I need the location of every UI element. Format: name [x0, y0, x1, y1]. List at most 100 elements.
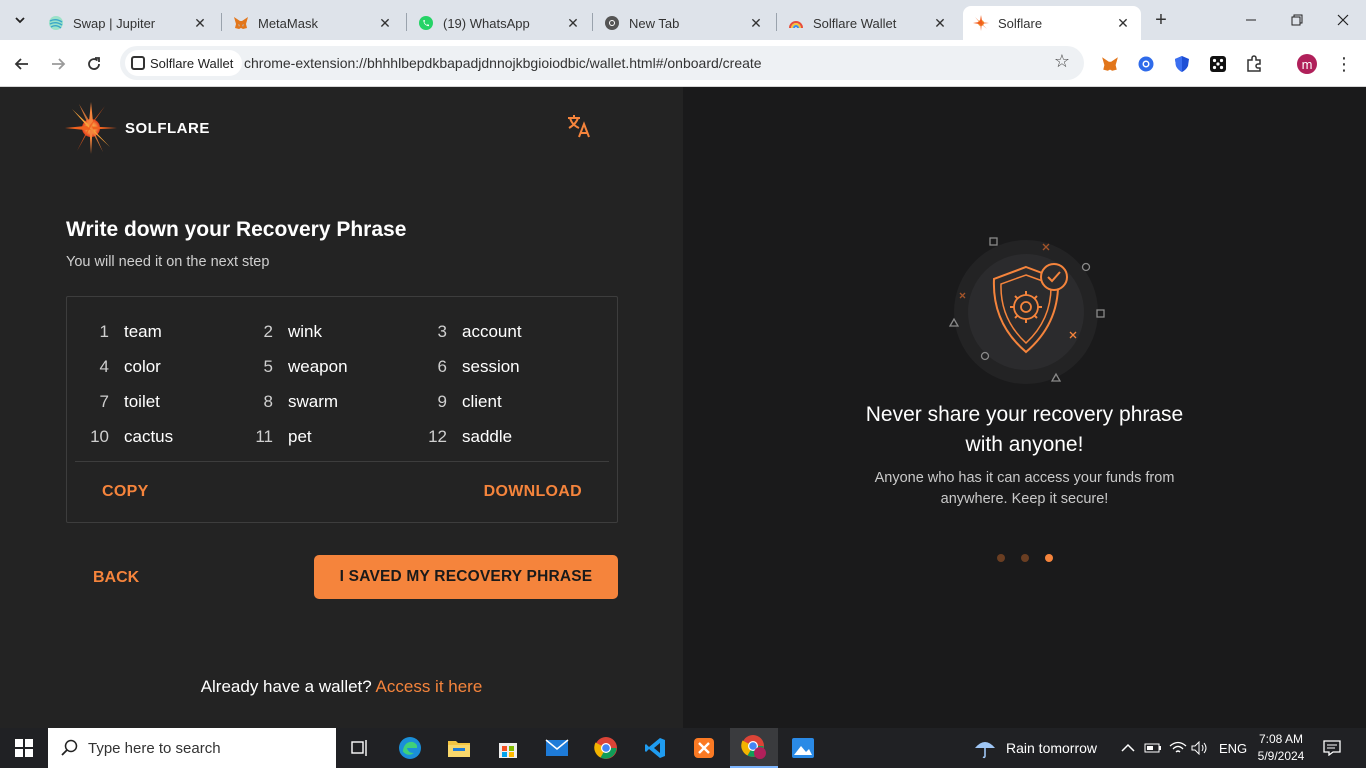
taskbar-photos[interactable] [779, 728, 827, 768]
back-button[interactable]: BACK [93, 569, 139, 587]
system-clock[interactable]: 7:08 AM 5/9/2024 [1248, 731, 1314, 765]
warning-text: Anyone who has it can access your funds … [683, 468, 1366, 510]
dice-extension-icon[interactable] [1207, 53, 1229, 75]
tab-whatsapp[interactable]: (19) WhatsApp ✕ [408, 6, 591, 40]
reload-icon [88, 57, 100, 70]
word-number: 4 [99, 357, 109, 376]
battery-icon[interactable] [1144, 728, 1162, 768]
word-text: account [462, 322, 522, 341]
word-number: 1 [99, 322, 109, 341]
vscode-icon [645, 738, 665, 758]
tab-title: Solflare Wallet [813, 15, 897, 31]
solflare-sun-icon [65, 102, 117, 154]
phrase-word: 9 client [419, 392, 502, 412]
weather-text: Rain tomorrow [1006, 740, 1098, 756]
download-button[interactable]: DOWNLOAD [484, 483, 582, 501]
taskbar-edge[interactable] [386, 728, 434, 768]
folder-icon [448, 741, 470, 757]
phrase-word: 4 color [81, 357, 161, 377]
input-language[interactable]: ENG [1219, 728, 1247, 768]
notification-center-button[interactable] [1323, 728, 1341, 768]
restore-button[interactable] [1274, 0, 1320, 40]
word-number: 6 [437, 357, 447, 376]
kebab-menu-icon[interactable]: ⋮ [1333, 53, 1355, 75]
task-view-button[interactable] [336, 728, 384, 768]
phrase-word: 2 wink [245, 322, 322, 342]
tab-search-button[interactable] [6, 7, 34, 33]
arrow-right-icon [52, 58, 66, 70]
divider [75, 461, 609, 462]
minimize-button[interactable] [1228, 0, 1274, 40]
pager-dot-active[interactable] [1045, 554, 1053, 562]
tab-title: MetaMask [258, 15, 318, 31]
metamask-extension-icon[interactable] [1099, 53, 1121, 75]
phrase-word: 1 team [81, 322, 162, 342]
tab-metamask[interactable]: MetaMask ✕ [223, 6, 403, 40]
address-bar[interactable]: Solflare Wallet chrome-extension://bhhhl… [120, 46, 1084, 80]
access-wallet-link[interactable]: Access it here [376, 677, 483, 696]
taskbar-chrome-profile[interactable] [730, 728, 778, 768]
word-text: saddle [462, 427, 513, 446]
close-icon [1337, 14, 1349, 26]
translate-icon[interactable] [566, 113, 592, 139]
taskbar-xampp[interactable] [680, 728, 728, 768]
reload-button[interactable] [80, 50, 108, 78]
taskbar-file-explorer[interactable] [435, 728, 483, 768]
browser-toolbar: Solflare Wallet chrome-extension://bhhhl… [0, 40, 1366, 87]
weather-widget[interactable]: Rain tomorrow [973, 728, 1097, 768]
chevron-up-icon[interactable] [1121, 728, 1135, 768]
metamask-fox-icon [233, 15, 249, 31]
saved-recovery-phrase-button[interactable]: I SAVED MY RECOVERY PHRASE [314, 555, 618, 599]
tab-solflare[interactable]: Solflare ✕ [963, 6, 1141, 40]
back-nav-button[interactable] [8, 50, 36, 78]
phrase-word: 10 cactus [81, 427, 173, 447]
bookmark-star-icon[interactable]: ☆ [1054, 51, 1070, 72]
close-window-button[interactable] [1320, 0, 1366, 40]
shield-extension-icon[interactable] [1171, 53, 1193, 75]
tab-title: (19) WhatsApp [443, 15, 530, 31]
solflare-sun-icon [973, 15, 989, 31]
pager-dot[interactable] [1021, 554, 1029, 562]
taskbar-chrome[interactable] [582, 728, 630, 768]
tab-solflare-wallet[interactable]: Solflare Wallet ✕ [778, 6, 958, 40]
photos-icon [792, 738, 814, 758]
tab-new-tab[interactable]: New Tab ✕ [594, 6, 774, 40]
taskbar-mail[interactable] [533, 728, 581, 768]
profile-avatar[interactable]: m [1296, 53, 1318, 75]
taskbar-vscode[interactable] [631, 728, 679, 768]
close-icon[interactable]: ✕ [565, 15, 581, 31]
close-icon[interactable]: ✕ [192, 15, 208, 31]
word-text: swarm [288, 392, 339, 411]
forward-nav-button[interactable] [44, 50, 72, 78]
tab-title: New Tab [629, 15, 680, 31]
close-icon[interactable]: ✕ [377, 15, 393, 31]
url-text[interactable]: chrome-extension://bhhhlbepdkbapadjdnnoj… [244, 55, 762, 71]
copy-button[interactable]: COPY [102, 483, 149, 501]
close-icon[interactable]: ✕ [1115, 15, 1131, 31]
start-button[interactable] [0, 728, 48, 768]
wifi-icon[interactable] [1169, 728, 1187, 768]
new-tab-button[interactable]: + [1150, 9, 1172, 31]
extensions-puzzle-icon[interactable] [1243, 53, 1265, 75]
word-number: 5 [263, 357, 273, 376]
tab-title: Swap | Jupiter [73, 15, 156, 31]
shield-gear-illustration [948, 237, 1105, 384]
extension-circle-icon[interactable] [1135, 53, 1157, 75]
close-icon[interactable]: ✕ [932, 15, 948, 31]
pager-dot[interactable] [997, 554, 1005, 562]
tab-separator [776, 13, 777, 31]
word-text: color [124, 357, 161, 376]
close-icon[interactable]: ✕ [748, 15, 764, 31]
clock-time: 7:08 AM [1258, 732, 1304, 746]
word-text: toilet [124, 392, 160, 411]
word-text: session [462, 357, 520, 376]
tab-separator [406, 13, 407, 31]
tab-jupiter[interactable]: Swap | Jupiter ✕ [38, 6, 218, 40]
restore-icon [1291, 14, 1303, 26]
taskbar-store[interactable] [484, 728, 532, 768]
volume-icon[interactable] [1191, 728, 1209, 768]
chrome-profile-icon [741, 735, 766, 759]
word-number: 7 [99, 392, 109, 411]
taskbar-search[interactable]: Type here to search [48, 728, 336, 768]
site-info-chip[interactable]: Solflare Wallet [125, 50, 243, 76]
